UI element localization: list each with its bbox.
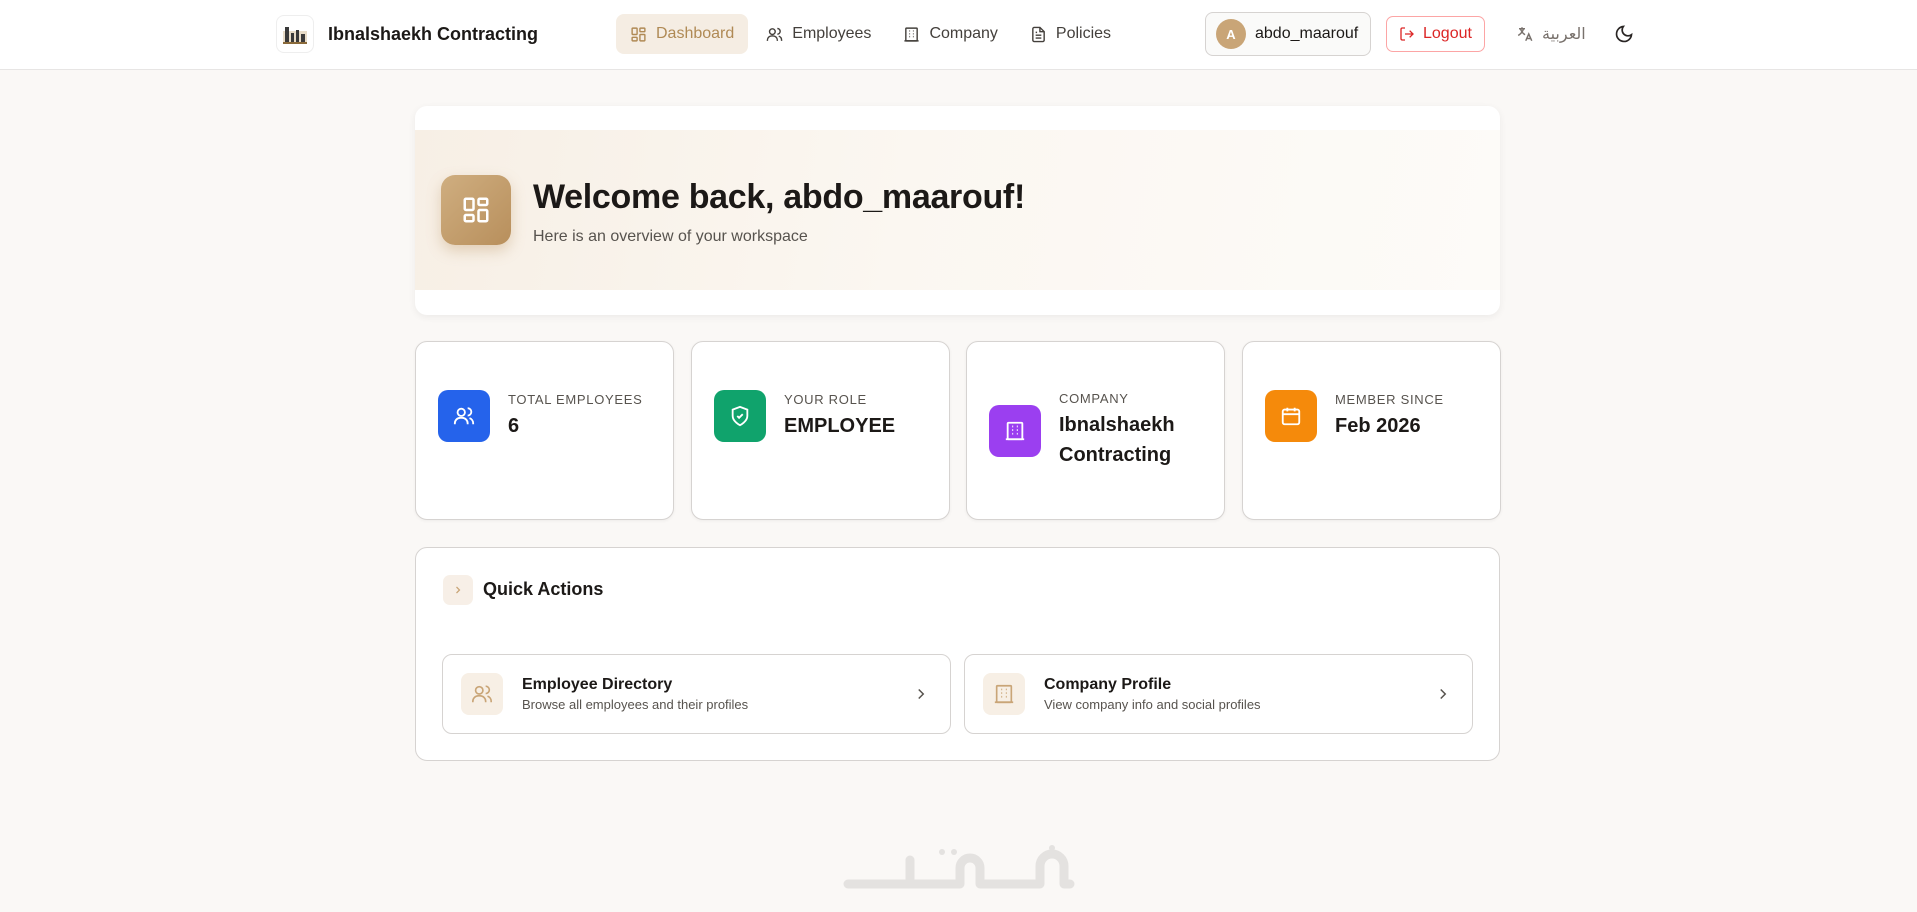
stat-label: Member Since: [1335, 392, 1444, 407]
logout-button[interactable]: Logout: [1386, 16, 1485, 52]
action-title: Company Profile: [1044, 676, 1172, 693]
users-icon: [766, 27, 783, 41]
language-toggle[interactable]: العربية: [1510, 18, 1592, 50]
quick-actions-card: Quick Actions Employee Directory Browse …: [415, 547, 1500, 761]
page-subtitle: Here is an overview of your workspace: [533, 228, 808, 245]
stat-value: Feb 2026: [1335, 415, 1421, 437]
section-title: Quick Actions: [483, 579, 604, 599]
brand[interactable]: Ibnalshaekh Contracting: [276, 15, 538, 53]
stat-label: Company: [1059, 391, 1129, 406]
nav-item-company[interactable]: Company: [889, 14, 1011, 54]
username: abdo_maarouf: [1255, 25, 1359, 42]
action-title: Employee Directory: [522, 676, 673, 693]
chevron-right-icon: [443, 575, 473, 605]
shield-check-icon: [714, 390, 766, 442]
logout-icon: [1400, 27, 1414, 41]
brand-name: Ibnalshaekh Contracting: [328, 23, 539, 44]
welcome-card: Welcome back, abdo_maarouf! Here is an o…: [415, 106, 1500, 315]
stat-label: Total Employees: [508, 392, 643, 407]
translate-icon: [1517, 27, 1533, 42]
language-label: العربية: [1542, 26, 1586, 43]
users-icon: [438, 390, 490, 442]
logout-label: Logout: [1423, 25, 1472, 42]
chevron-right-icon: [1440, 688, 1447, 700]
action-subtitle: View company info and social profiles: [1044, 697, 1261, 712]
footer-logo-watermark: [843, 845, 1075, 889]
company-logo: [276, 15, 314, 53]
stat-card-your-role: Your Role EMPLOYEE: [691, 341, 950, 520]
nav-item-policies[interactable]: Policies: [1016, 14, 1125, 54]
page-title: Welcome back, abdo_maarouf!: [533, 178, 1025, 216]
stat-card-total-employees: Total Employees 6: [415, 341, 674, 520]
dashboard-icon: [631, 26, 646, 42]
stat-value: 6: [508, 415, 520, 437]
moon-icon: [1615, 25, 1633, 43]
document-icon: [1032, 26, 1045, 42]
stat-card-company: Company Ibnalshaekh Contracting: [966, 341, 1225, 520]
building-icon: [983, 673, 1025, 715]
nav-item-label: Policies: [1055, 25, 1112, 42]
stat-label: Your Role: [784, 392, 867, 407]
top-navigation-bar: Ibnalshaekh Contracting Dashboard Employ…: [0, 0, 1917, 70]
calendar-icon: [1265, 390, 1317, 442]
company-profile-button[interactable]: Company Profile View company info and so…: [964, 654, 1473, 734]
chevron-right-icon: [918, 688, 925, 700]
building-icon: [989, 405, 1041, 457]
stat-value: Ibnalshaekh Contracting: [1059, 414, 1175, 466]
stat-value: EMPLOYEE: [784, 415, 896, 437]
nav-item-dashboard[interactable]: Dashboard: [616, 14, 749, 54]
nav-item-label: Company: [929, 25, 998, 42]
users-icon: [461, 673, 503, 715]
stat-card-member-since: Member Since Feb 2026: [1242, 341, 1501, 520]
nav-item-employees[interactable]: Employees: [752, 14, 885, 54]
main-nav: Dashboard Employees Company Policies: [616, 14, 1125, 54]
building-icon: [904, 26, 920, 42]
nav-item-label: Employees: [792, 25, 872, 42]
action-subtitle: Browse all employees and their profiles: [522, 697, 749, 712]
theme-toggle[interactable]: [1608, 18, 1640, 50]
employee-directory-button[interactable]: Employee Directory Browse all employees …: [442, 654, 951, 734]
avatar: A: [1216, 19, 1246, 49]
user-menu[interactable]: A abdo_maarouf: [1205, 12, 1372, 56]
dashboard-icon: [441, 175, 511, 245]
welcome-banner: Welcome back, abdo_maarouf! Here is an o…: [415, 130, 1500, 290]
nav-item-label: Dashboard: [656, 25, 735, 42]
